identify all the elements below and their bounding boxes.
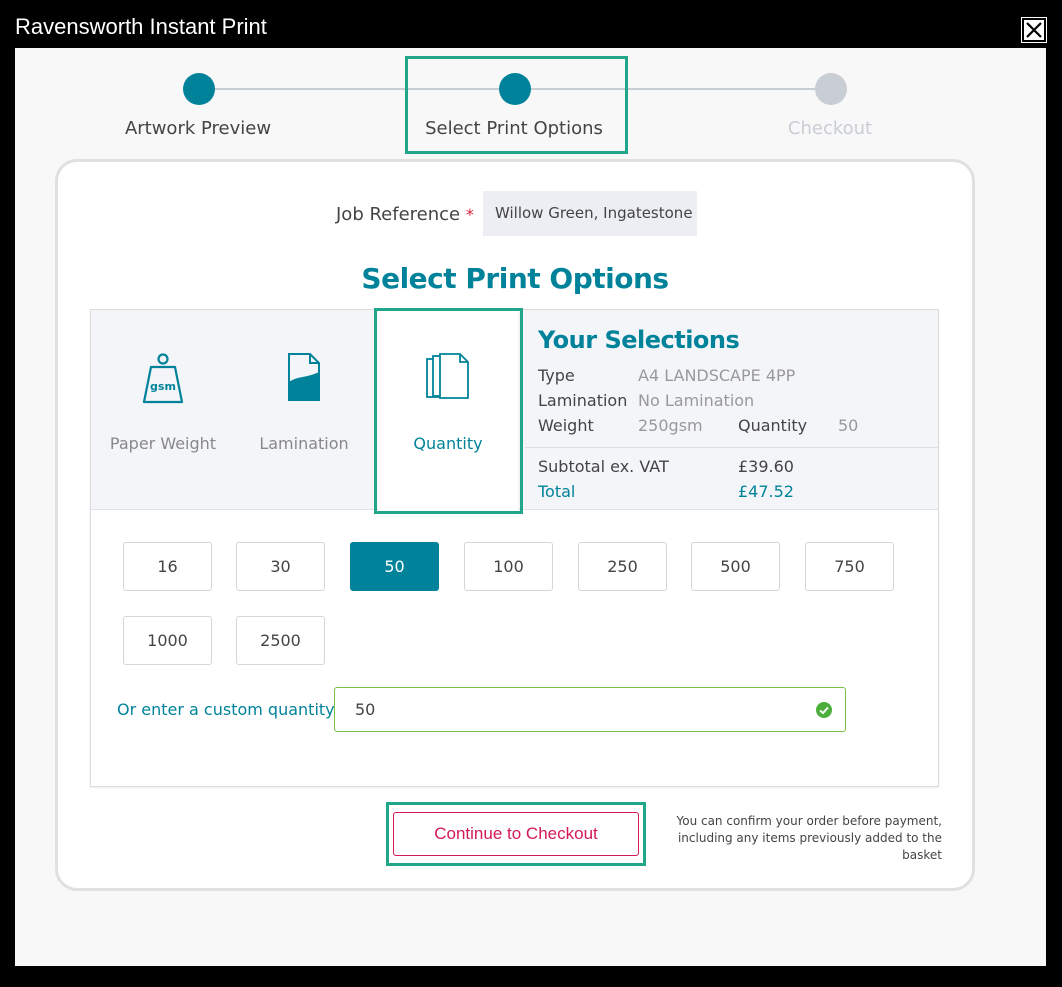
quantity-option-750[interactable]: 750	[805, 542, 894, 591]
quantity-option-16[interactable]: 16	[123, 542, 212, 591]
quantity-value: 50	[838, 416, 859, 435]
close-button[interactable]	[1021, 17, 1047, 43]
step-dot-artwork-preview[interactable]	[183, 73, 215, 105]
weight-label: Weight	[538, 416, 594, 435]
quantity-option-100[interactable]: 100	[464, 542, 553, 591]
job-reference-label: Job Reference *	[336, 204, 474, 225]
dialog-window: Ravensworth Instant Print Artwork Previe…	[0, 0, 1062, 987]
custom-quantity-label: Or enter a custom quantity	[117, 700, 335, 719]
highlight-current-step	[405, 56, 628, 154]
tab-paper-weight[interactable]: gsm Paper Weight	[93, 310, 233, 510]
job-reference-field[interactable]: Willow Green, Ingatestone	[483, 191, 697, 236]
required-marker: *	[465, 205, 474, 224]
lamination-label: Lamination	[538, 391, 628, 410]
close-icon	[1026, 22, 1042, 38]
quantity-option-50[interactable]: 50	[350, 542, 439, 591]
lamination-value: No Lamination	[638, 391, 755, 410]
custom-quantity-input[interactable]: 50	[334, 687, 846, 732]
dialog-content: Artwork Preview Select Print Options Che…	[15, 48, 1046, 966]
highlight-quantity-tab	[374, 308, 523, 514]
selections-divider	[525, 447, 938, 448]
section-title: Select Print Options	[361, 262, 669, 295]
quantity-option-250[interactable]: 250	[578, 542, 667, 591]
tab-lamination[interactable]: Lamination	[234, 310, 374, 510]
your-selections-title: Your Selections	[538, 326, 740, 354]
step-dot-checkout	[815, 73, 847, 105]
checkout-note: You can confirm your order before paymen…	[676, 814, 942, 862]
quantity-label: Quantity	[738, 416, 808, 435]
tab-paper-weight-label: Paper Weight	[109, 434, 217, 453]
tab-lamination-label: Lamination	[259, 434, 349, 453]
title-bar: Ravensworth Instant Print	[0, 0, 1062, 48]
quantity-option-500[interactable]: 500	[691, 542, 780, 591]
quantity-option-30[interactable]: 30	[236, 542, 325, 591]
valid-check-icon	[816, 702, 832, 718]
subtotal-label: Subtotal ex. VAT	[538, 457, 669, 476]
step-label-artwork-preview[interactable]: Artwork Preview	[88, 118, 308, 139]
subtotal-value: £39.60	[738, 457, 794, 476]
custom-quantity-value: 50	[355, 700, 376, 719]
step-label-checkout: Checkout	[787, 118, 873, 139]
window-bottom-bar	[15, 966, 1046, 987]
weight-gsm-icon: gsm	[142, 353, 184, 404]
type-label: Type	[538, 366, 575, 385]
total-value: £47.52	[738, 482, 794, 501]
quantity-option-2500[interactable]: 2500	[236, 616, 325, 665]
print-options-card: Job Reference * Willow Green, Ingateston…	[55, 159, 975, 891]
gsm-icon-text: gsm	[150, 380, 176, 393]
window-title: Ravensworth Instant Print	[15, 14, 267, 39]
lamination-icon	[288, 353, 320, 401]
total-label: Total	[538, 482, 576, 501]
weight-value: 250gsm	[638, 416, 703, 435]
type-value: A4 LANDSCAPE 4PP	[638, 366, 796, 385]
quantity-option-1000[interactable]: 1000	[123, 616, 212, 665]
highlight-checkout-button	[386, 802, 646, 866]
